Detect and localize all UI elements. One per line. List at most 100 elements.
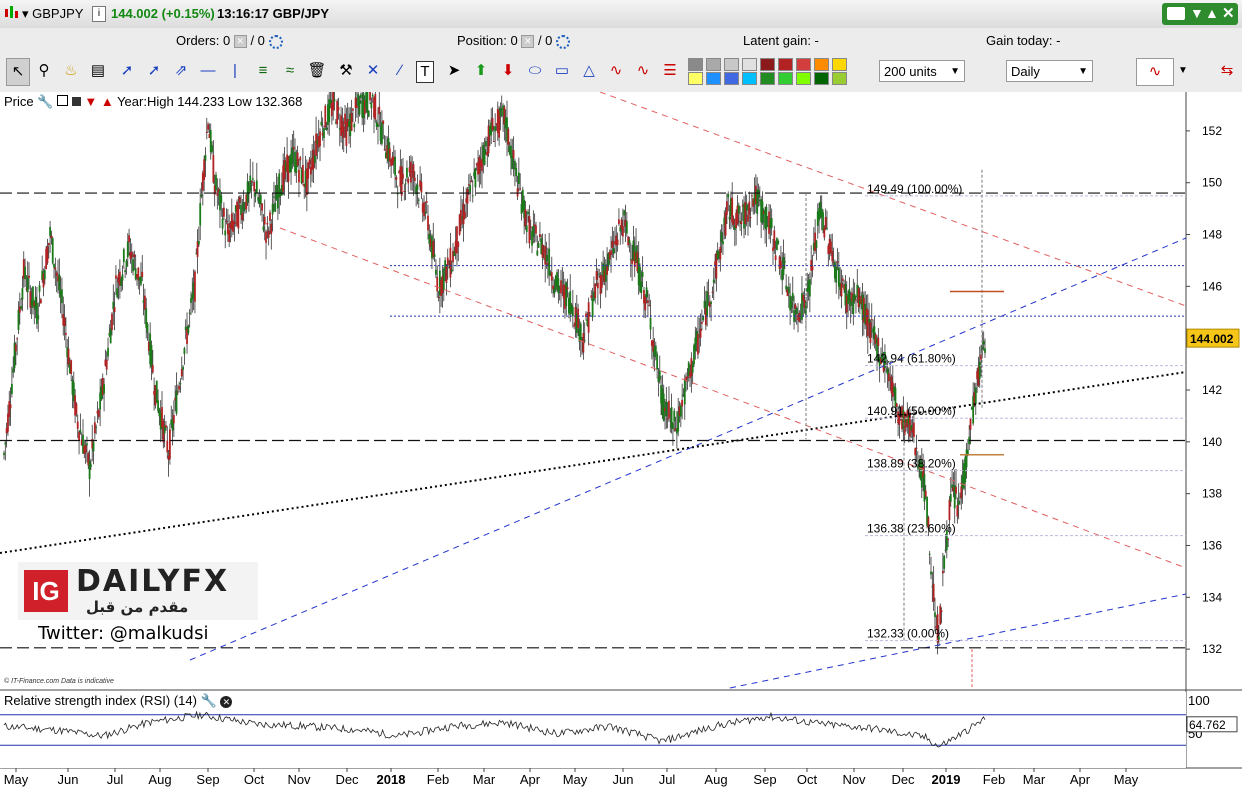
horizontal-line-icon[interactable]: —: [197, 58, 219, 84]
sync-icon[interactable]: ⇆: [1216, 58, 1238, 84]
candle-body: [220, 195, 223, 204]
timeframe-select[interactable]: Daily ▼: [1006, 60, 1093, 82]
candle-body: [103, 384, 105, 394]
color-swatch[interactable]: [832, 72, 847, 85]
color-swatch[interactable]: [778, 72, 793, 85]
fibonacci-icon[interactable]: ≡: [252, 58, 274, 84]
chart-area[interactable]: 132134136138140142144146148150152149.49 …: [0, 78, 1242, 792]
instrument-dropdown[interactable]: ▾ GBPJPY: [22, 6, 83, 22]
candle-body: [654, 345, 657, 355]
tagline: مقدم من قبل: [86, 598, 189, 616]
arrow-down-icon[interactable]: ⬇: [497, 58, 519, 84]
text-tool-icon[interactable]: T: [416, 61, 434, 83]
gann-icon[interactable]: ☰: [659, 58, 681, 84]
candle-body: [943, 555, 946, 569]
candle-body: [948, 499, 951, 521]
candle-body: [64, 332, 67, 335]
candle-body: [382, 120, 385, 124]
minimize-icon[interactable]: ▼: [1190, 5, 1204, 21]
color-swatch[interactable]: [814, 72, 829, 85]
panel-dark-icon[interactable]: [71, 97, 81, 106]
color-swatch[interactable]: [796, 72, 811, 85]
rsi-close-icon[interactable]: ✕: [220, 696, 233, 708]
panel-down-icon[interactable]: ▼: [84, 94, 97, 109]
triangle-icon[interactable]: △: [578, 58, 600, 84]
color-swatch[interactable]: [706, 58, 721, 71]
cancel-orders-icon[interactable]: ✕: [233, 35, 247, 49]
trendline-icon[interactable]: ➚: [116, 58, 138, 84]
candle-body: [132, 259, 134, 272]
channel-icon[interactable]: ⇗: [170, 58, 192, 84]
tools-icon[interactable]: ⚒: [335, 58, 357, 84]
x-tick-label: Apr: [1070, 772, 1091, 787]
color-swatch[interactable]: [724, 72, 739, 85]
cross-line-icon[interactable]: ✕: [362, 58, 384, 84]
candle-body: [21, 288, 24, 300]
wave-icon[interactable]: ∿: [605, 58, 627, 84]
pointer-icon[interactable]: ↖: [6, 58, 30, 86]
color-swatch[interactable]: [760, 72, 775, 85]
candle-body: [370, 102, 373, 109]
zigzag-icon[interactable]: ∿: [632, 58, 654, 84]
color-swatch[interactable]: [832, 58, 847, 71]
panel-square-icon[interactable]: [57, 95, 69, 106]
info-icon[interactable]: i: [92, 6, 106, 22]
candle-body: [113, 307, 116, 313]
color-swatch[interactable]: [760, 58, 775, 71]
candle-body: [353, 124, 356, 128]
close-icon[interactable]: ✕: [1222, 4, 1235, 22]
arrow-right-icon[interactable]: ➤: [443, 58, 465, 84]
candle-body: [824, 216, 827, 229]
price-chart-svg[interactable]: 132134136138140142144146148150152149.49 …: [0, 78, 1242, 792]
color-swatch[interactable]: [742, 72, 757, 85]
orders-label: Orders: 0: [176, 33, 231, 48]
position-settings-icon[interactable]: [556, 34, 571, 49]
indicators-icon[interactable]: ∿: [1136, 58, 1174, 86]
candle-body: [211, 145, 213, 152]
candle-body: [703, 300, 706, 309]
keyboard-icon[interactable]: [1167, 7, 1185, 20]
candle-body: [4, 442, 7, 445]
close-position-icon[interactable]: ✕: [521, 35, 535, 49]
trash-icon[interactable]: 🗑: [306, 58, 328, 84]
ruler-icon[interactable]: ▤: [87, 58, 109, 84]
color-swatch[interactable]: [688, 72, 703, 85]
color-swatch[interactable]: [814, 58, 829, 71]
ellipse-icon[interactable]: ⬭: [524, 58, 546, 84]
color-swatch[interactable]: [742, 58, 757, 71]
pitchfork-icon[interactable]: ≈: [279, 58, 301, 84]
panel-up-icon[interactable]: ▲: [101, 94, 114, 109]
candle-body: [126, 241, 129, 258]
candle-body: [224, 230, 227, 236]
rectangle-icon[interactable]: ▭: [551, 58, 573, 84]
wrench-icon[interactable]: 🔧: [37, 94, 53, 109]
candle-body: [616, 239, 619, 246]
vertical-line-icon[interactable]: |: [224, 58, 246, 84]
candle-body: [352, 108, 354, 111]
candle-body: [150, 344, 153, 367]
rsi-current-value: 64.762: [1189, 718, 1226, 732]
alert-bell-icon[interactable]: ♨: [60, 58, 82, 84]
color-swatch[interactable]: [778, 58, 793, 71]
color-swatch[interactable]: [688, 58, 703, 71]
restore-icon[interactable]: ▲: [1205, 5, 1219, 21]
arrow-up-icon[interactable]: ⬆: [470, 58, 492, 84]
indicators-menu-icon[interactable]: ▼: [1172, 58, 1194, 84]
candle-body: [205, 131, 208, 133]
zoom-icon[interactable]: ⚲: [33, 58, 55, 84]
color-swatch[interactable]: [796, 58, 811, 71]
candle-body: [923, 473, 926, 502]
candle-body: [121, 274, 124, 281]
candle-body: [774, 255, 777, 261]
color-swatch[interactable]: [706, 72, 721, 85]
candle-body: [947, 539, 950, 541]
orders-settings-icon[interactable]: [268, 34, 283, 49]
instrument-name: GBPJPY: [32, 6, 84, 21]
candle-body: [571, 307, 574, 317]
rsi-wrench-icon[interactable]: 🔧: [201, 693, 217, 708]
ray-icon[interactable]: ➚: [143, 58, 165, 84]
candle-body: [207, 124, 210, 130]
parallel-lines-icon[interactable]: ∕: [389, 58, 411, 84]
units-select[interactable]: 200 units ▼: [879, 60, 965, 82]
color-swatch[interactable]: [724, 58, 739, 71]
